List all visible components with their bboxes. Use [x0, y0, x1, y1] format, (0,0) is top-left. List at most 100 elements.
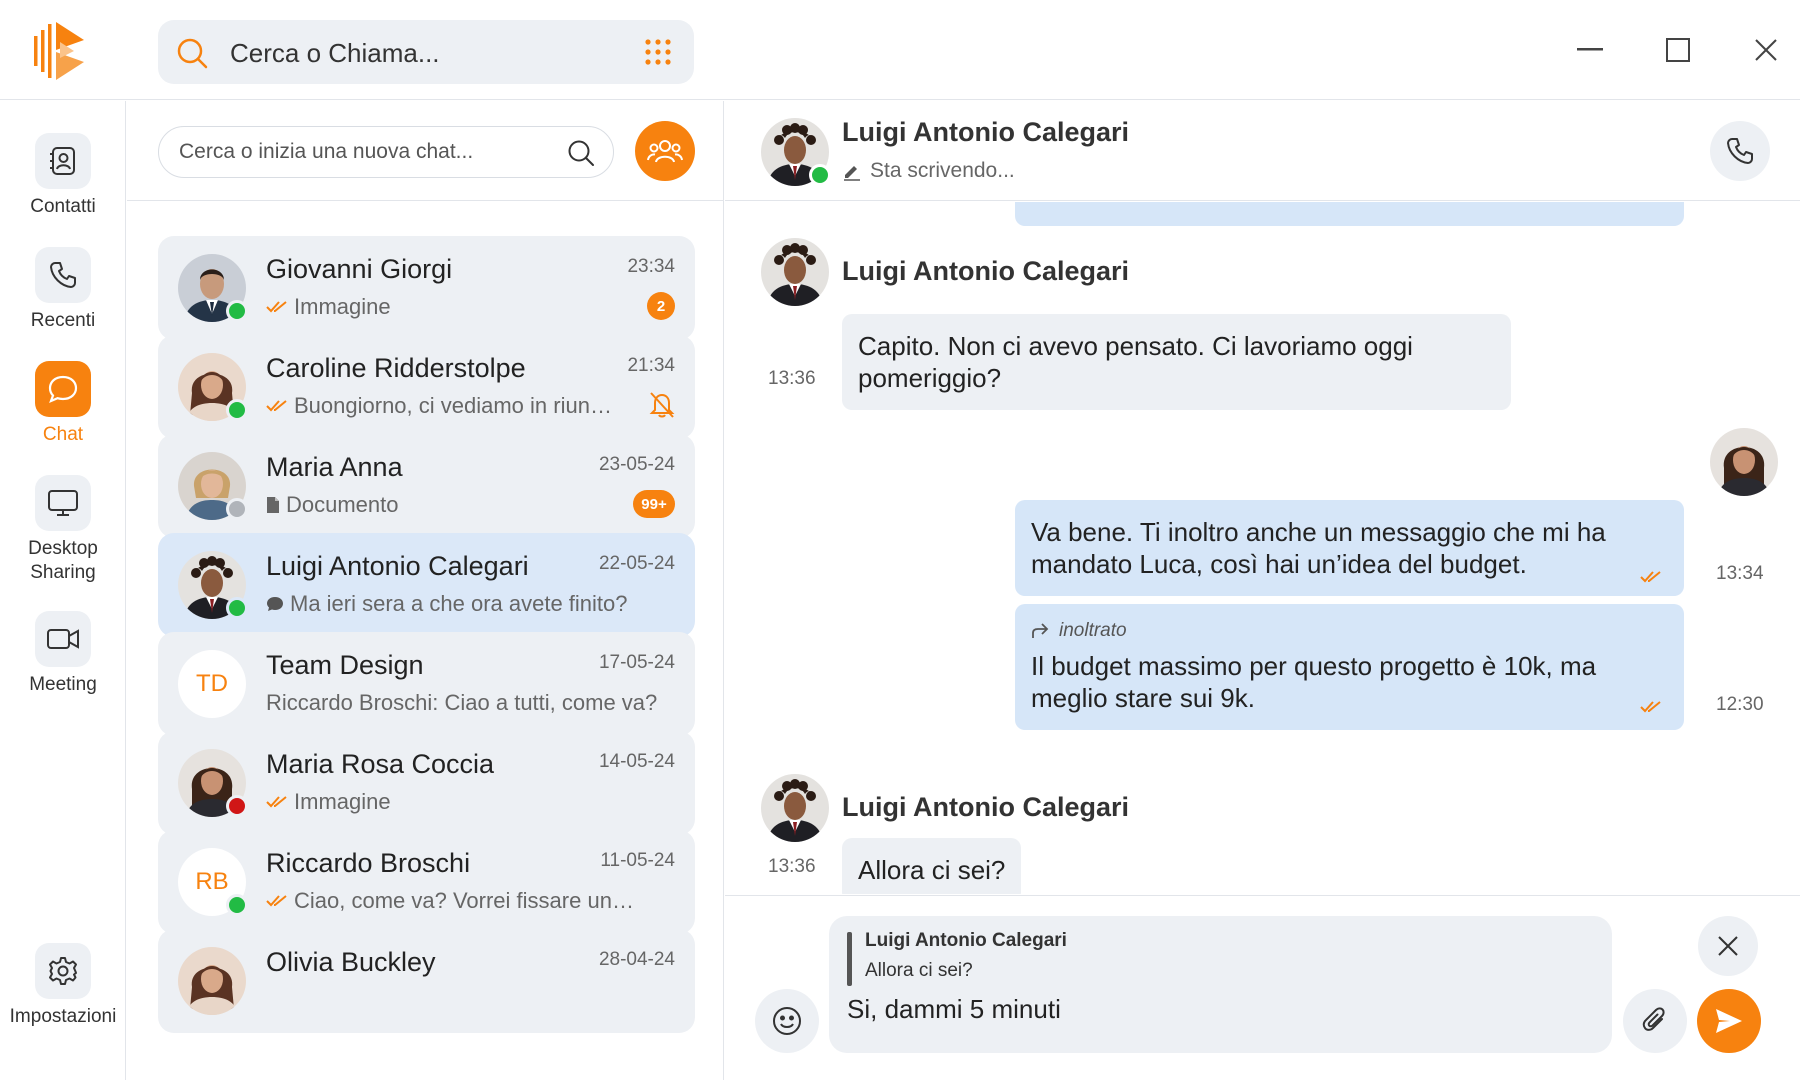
avatar	[178, 947, 246, 1015]
chat-list-item[interactable]: Maria Anna 23-05-24 Documento 99+	[158, 434, 695, 538]
send-button[interactable]	[1697, 989, 1761, 1053]
chat-list-header: Cerca o inizia una nuova chat...	[127, 101, 723, 201]
message-bubble-icon	[266, 596, 284, 612]
chat-time: 17-05-24	[598, 652, 675, 673]
chat-search-placeholder: Cerca o inizia una nuova chat...	[179, 140, 474, 163]
reply-quote-text: Allora ci sei?	[865, 960, 973, 981]
message-bubble-in: Capito. Non ci avevo pensato. Ci lavoria…	[842, 314, 1511, 410]
avatar	[178, 452, 248, 520]
chat-name: Luigi Antonio Calegari	[266, 551, 529, 581]
chat-time: 22-05-24	[598, 553, 675, 574]
paperclip-icon	[1640, 1006, 1670, 1036]
chat-preview: Immagine	[266, 294, 636, 320]
double-check-icon	[266, 399, 288, 413]
chat-bubble-icon	[35, 361, 91, 417]
call-button[interactable]	[1710, 121, 1770, 181]
chat-search-input[interactable]: Cerca o inizia una nuova chat...	[158, 126, 614, 178]
emoji-button[interactable]	[755, 989, 819, 1053]
side-nav: Contatti Recenti Chat Desktop Sharing Me…	[0, 101, 126, 1080]
nav-label: Meeting	[29, 674, 97, 695]
nav-label: Recenti	[30, 310, 96, 331]
gear-icon	[35, 943, 91, 999]
attach-button[interactable]	[1623, 989, 1687, 1053]
chat-list-item[interactable]: RB Riccardo Broschi 11-05-24 Ciao, come …	[158, 830, 695, 934]
double-check-icon	[1640, 570, 1662, 584]
chat-list-panel: Cerca o inizia una nuova chat... Giovann…	[127, 101, 724, 1080]
message-sender: Luigi Antonio Calegari	[842, 792, 1129, 822]
chat-time: 14-05-24	[598, 751, 675, 772]
chat-preview: Immagine	[266, 789, 636, 815]
message-draft-text[interactable]: Si, dammi 5 minuti	[847, 994, 1061, 1025]
chat-list-item-selected[interactable]: Luigi Antonio Calegari 22-05-24 Ma ieri …	[158, 533, 695, 637]
avatar-self	[1710, 428, 1778, 496]
forward-arrow-icon	[1031, 623, 1049, 639]
nav-item-chat[interactable]: Chat	[0, 361, 126, 447]
typing-status: Sta scrivendo...	[842, 159, 1015, 183]
nav-item-contatti[interactable]: Contatti	[0, 133, 126, 219]
avatar: RB	[178, 848, 248, 916]
nav-item-desktop-sharing[interactable]: Desktop Sharing	[0, 475, 126, 585]
group-icon	[646, 136, 684, 166]
search-icon[interactable]	[567, 139, 595, 167]
search-icon	[176, 37, 208, 69]
avatar	[761, 774, 829, 842]
unread-badge: 99+	[633, 490, 675, 518]
message-bubble-out-partial	[1015, 202, 1684, 226]
message-input[interactable]: Luigi Antonio Calegari Allora ci sei? Si…	[829, 916, 1612, 1053]
phone-icon	[1725, 136, 1755, 166]
cancel-reply-button[interactable]	[1698, 916, 1758, 976]
avatar-initials: TD	[178, 650, 246, 718]
chat-name: Giovanni Giorgi	[266, 254, 453, 284]
chat-list-item[interactable]: Olivia Buckley 28-04-24	[158, 929, 695, 1033]
maximize-icon	[1666, 38, 1690, 62]
nav-item-impostazioni[interactable]: Impostazioni	[0, 943, 126, 1029]
message-area[interactable]: Luigi Antonio Calegari Capito. Non ci av…	[725, 202, 1800, 894]
status-busy-dot	[226, 795, 248, 817]
nav-label: Chat	[42, 424, 84, 445]
dialpad-icon[interactable]	[644, 38, 672, 66]
phone-icon	[35, 247, 91, 303]
video-icon	[35, 611, 91, 667]
chat-time: 28-04-24	[598, 949, 675, 970]
maximize-button[interactable]	[1658, 30, 1698, 70]
chat-preview: Buongiorno, ci vediamo in riunione alle …	[266, 393, 616, 419]
message-bubble-out: Va bene. Ti inoltro anche un messaggio c…	[1015, 500, 1684, 596]
avatar	[178, 551, 248, 619]
status-offline-dot	[226, 498, 248, 520]
message-sender: Luigi Antonio Calegari	[842, 256, 1129, 286]
nav-item-recenti[interactable]: Recenti	[0, 247, 126, 333]
status-online-dot	[226, 399, 248, 421]
chat-time: 23-05-24	[598, 454, 675, 475]
chat-list-item[interactable]: TD Team Design 17-05-24 Riccardo Broschi…	[158, 632, 695, 736]
minimize-button[interactable]	[1570, 30, 1610, 70]
forwarded-text: Il budget massimo per questo progetto è …	[1031, 651, 1597, 713]
chat-time: 23:34	[627, 256, 675, 277]
chat-time: 21:34	[627, 355, 675, 376]
pencil-icon	[842, 161, 862, 181]
status-online-dot	[226, 300, 248, 322]
close-icon	[1717, 935, 1739, 957]
contacts-icon	[35, 133, 91, 189]
chat-preview: Ma ieri sera a che ora avete finito?	[266, 591, 666, 617]
avatar	[761, 238, 829, 306]
chat-list-item[interactable]: Giovanni Giorgi 23:34 Immagine 2	[158, 236, 695, 340]
global-search-bar[interactable]: Cerca o Chiama...	[158, 20, 694, 84]
chat-list-item[interactable]: Maria Rosa Coccia 14-05-24 Immagine	[158, 731, 695, 835]
close-window-button[interactable]	[1746, 30, 1786, 70]
monitor-icon	[35, 475, 91, 531]
status-online-dot	[226, 894, 248, 916]
reply-quote-bar	[847, 932, 852, 986]
avatar	[178, 749, 248, 817]
unread-badge: 2	[647, 292, 675, 320]
message-time: 13:34	[1716, 563, 1764, 584]
double-check-icon	[266, 795, 288, 809]
new-group-button[interactable]	[635, 121, 695, 181]
nav-item-meeting[interactable]: Meeting	[0, 611, 126, 697]
avatar	[178, 254, 248, 322]
message-time: 12:30	[1716, 694, 1764, 715]
chat-list-item[interactable]: Caroline Ridderstolpe 21:34 Buongiorno, …	[158, 335, 695, 439]
message-time: 13:36	[768, 368, 816, 389]
avatar[interactable]	[761, 118, 831, 186]
message-composer: Luigi Antonio Calegari Allora ci sei? Si…	[725, 895, 1800, 1080]
message-time: 13:36	[768, 856, 816, 877]
